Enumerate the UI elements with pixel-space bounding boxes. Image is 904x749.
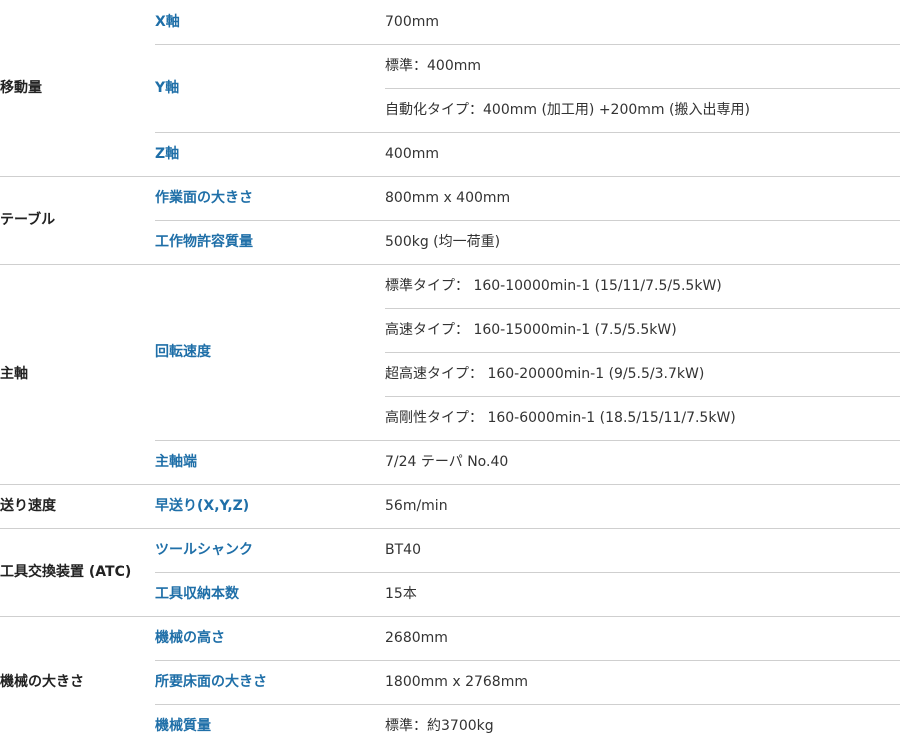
category-movement: 移動量 xyxy=(0,79,42,96)
row-value-floor-space: 1800mm x 2768mm xyxy=(385,659,900,704)
category-atc: 工具交換装置 (ATC) xyxy=(0,527,155,616)
category-spindle: 主軸 xyxy=(0,263,155,484)
category-feed-rate: 送り速度 xyxy=(0,483,155,528)
row-label-work-surface: 作業面の大きさ xyxy=(155,175,385,220)
row-value-tool-capacity: 15本 xyxy=(385,571,900,616)
row-label-tool-capacity: 工具収納本数 xyxy=(155,571,385,616)
row-value-workpiece-mass: 500kg (均一荷重) xyxy=(385,219,900,264)
row-value-speed-high-rigidity: 高剛性タイプ： 160-6000min-1 (18.5/15/11/7.5kW) xyxy=(385,395,900,440)
table-row: 機械の大きさ 機械の高さ 2680mm xyxy=(0,615,900,748)
row-label-workpiece-mass: 工作物許容質量 xyxy=(155,219,385,264)
row-value-tool-shank: BT40 xyxy=(385,527,900,572)
row-label-machine-height: 機械の高さ xyxy=(155,615,385,660)
row-label-rapid-traverse: 早送り(X,Y,Z) xyxy=(155,483,385,528)
category-machine-size: 機械の大きさ xyxy=(0,615,155,748)
row-value-x-axis: 700mm xyxy=(385,13,439,30)
row-label-spindle-nose: 主軸端 xyxy=(155,439,385,484)
row-value-y-axis-automation: 自動化タイプ：400mm (加工用) +200mm (搬入出専用) xyxy=(385,87,900,132)
row-label-z-axis: Z軸 xyxy=(155,131,385,176)
table-row: 送り速度 早送り(X,Y,Z) 56m/min xyxy=(0,483,900,528)
row-label-rotation-speed: 回転速度 xyxy=(155,263,385,440)
row-value-z-axis: 400mm xyxy=(385,131,900,176)
row-value-machine-mass: 標準：約3700kg xyxy=(385,703,900,748)
table-row: 移動量 X軸 700mm xyxy=(0,0,900,96)
row-label-y-axis: Y軸 xyxy=(155,43,385,132)
row-label-machine-mass: 機械質量 xyxy=(155,703,385,748)
category-table: テーブル xyxy=(0,175,155,264)
table-row: テーブル 作業面の大きさ 800mm x 400mm xyxy=(0,175,900,264)
row-label-floor-space: 所要床面の大きさ xyxy=(155,659,385,704)
row-value-speed-high: 高速タイプ： 160-15000min-1 (7.5/5.5kW) xyxy=(385,307,900,352)
spec-table: 移動量 X軸 700mm Y軸 標準：400mm 自動化タイプ：400mm (加… xyxy=(0,0,900,748)
row-value-spindle-nose: 7/24 テーパ No.40 xyxy=(385,439,900,484)
row-value-rapid-traverse: 56m/min xyxy=(385,483,900,528)
row-value-work-surface: 800mm x 400mm xyxy=(385,175,900,220)
row-value-machine-height: 2680mm xyxy=(385,615,900,660)
row-label-x-axis: X軸 xyxy=(155,13,180,30)
table-row: 主軸 回転速度 標準タイプ： 160-10000min-1 (15/11/7.5… xyxy=(0,263,900,484)
row-value-speed-standard: 標準タイプ： 160-10000min-1 (15/11/7.5/5.5kW) xyxy=(385,263,900,308)
row-label-tool-shank: ツールシャンク xyxy=(155,527,385,572)
table-row: 工具交換装置 (ATC) ツールシャンク BT40 xyxy=(0,527,900,616)
row-value-speed-ultra-high: 超高速タイプ： 160-20000min-1 (9/5.5/3.7kW) xyxy=(385,351,900,396)
row-value-y-axis-standard: 標準：400mm xyxy=(385,43,900,88)
